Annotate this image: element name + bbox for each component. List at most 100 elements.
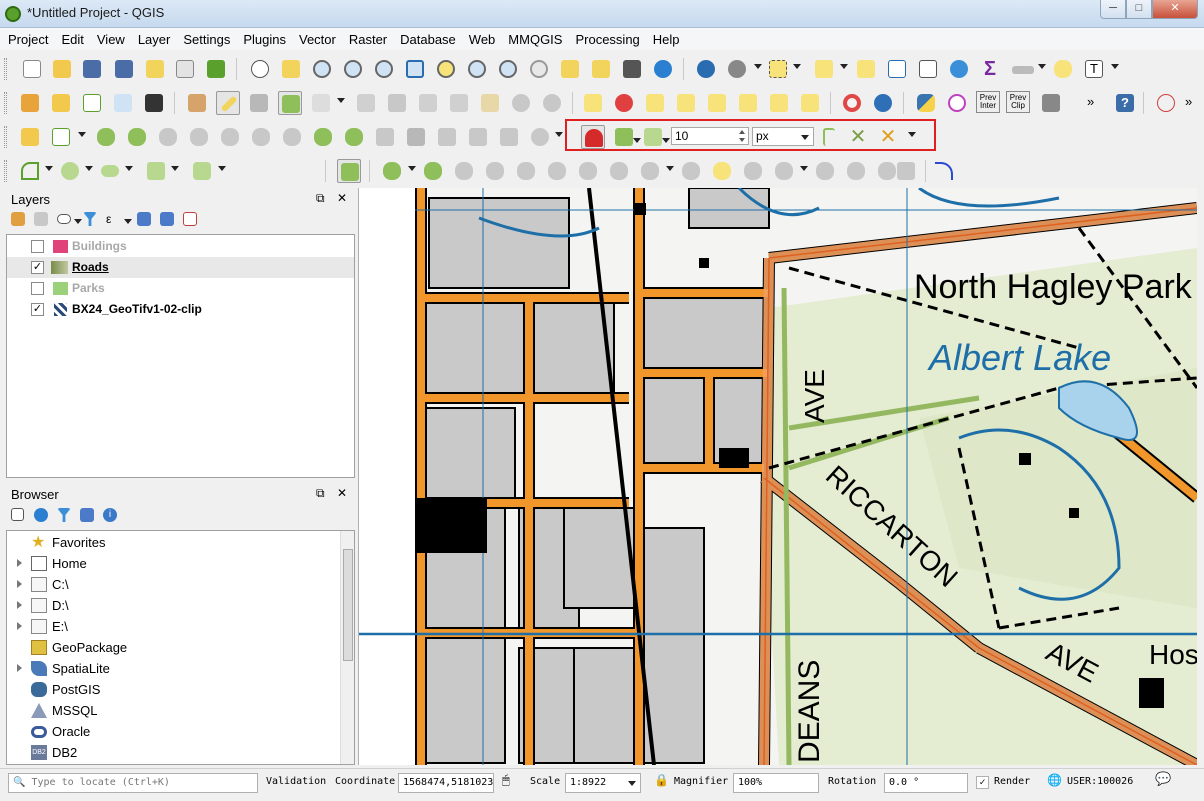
menu-edit[interactable]: Edit — [61, 32, 83, 47]
browser-item-c-drive[interactable]: C:\ — [7, 574, 340, 595]
coordinate-field[interactable]: 1568474,5181023 — [398, 773, 494, 793]
globe-icon[interactable]: 🌐 — [1047, 773, 1062, 787]
browser-item-e-drive[interactable]: E:\ — [7, 616, 340, 637]
close-button[interactable]: ✕ — [1152, 0, 1198, 19]
toolbar-overflow-icon-2[interactable]: » — [1185, 94, 1192, 109]
merge-selected-icon[interactable] — [466, 125, 490, 149]
menu-project[interactable]: Project — [8, 32, 48, 47]
prev-inter-button[interactable]: Prev Inter — [976, 91, 1000, 115]
zoom-native-icon[interactable] — [372, 57, 396, 81]
info-icon[interactable]: i — [100, 505, 124, 529]
sum-icon[interactable]: Σ — [978, 57, 1002, 81]
menu-help[interactable]: Help — [653, 32, 680, 47]
vertex-tool-icon[interactable] — [309, 91, 333, 115]
new-print-layout-icon[interactable] — [143, 57, 167, 81]
feature-move-icon[interactable] — [576, 159, 600, 183]
reshape-icon[interactable] — [311, 125, 335, 149]
refresh-icon[interactable] — [31, 505, 55, 529]
snapping-unit-select[interactable]: px — [752, 127, 814, 146]
curve-draw-icon[interactable] — [932, 159, 956, 183]
remove-layer-icon[interactable] — [180, 209, 204, 233]
feature-extend-icon[interactable] — [710, 159, 734, 183]
filter-legend-icon[interactable] — [80, 209, 104, 233]
float-panel-icon[interactable]: ⧉ — [316, 486, 325, 501]
delete-selected-icon[interactable] — [385, 91, 409, 115]
globe-binoculars-icon[interactable] — [871, 91, 895, 115]
feature-scale-icon[interactable] — [638, 159, 662, 183]
cut-features-icon[interactable] — [416, 91, 440, 115]
zoom-full-icon[interactable] — [403, 57, 427, 81]
identify-icon[interactable] — [694, 57, 718, 81]
move-feature-icon[interactable] — [94, 125, 118, 149]
feature-fill-icon[interactable] — [772, 159, 796, 183]
text-annotation-icon[interactable]: T — [1082, 57, 1106, 81]
plugin-action-icon[interactable] — [337, 159, 361, 183]
browser-item-oracle[interactable]: Oracle — [7, 721, 340, 742]
shape-polygon-icon[interactable] — [190, 159, 214, 183]
browser-item-geopackage[interactable]: GeoPackage — [7, 637, 340, 658]
move-label-icon[interactable] — [736, 91, 760, 115]
zoom-last-icon[interactable] — [496, 57, 520, 81]
toolbar-overflow-icon[interactable]: » — [1087, 94, 1094, 109]
pan-icon[interactable] — [248, 57, 272, 81]
split-polygon-icon[interactable] — [421, 159, 445, 183]
rotate-feature-icon[interactable] — [125, 125, 149, 149]
locator-search-input[interactable]: 🔍 Type to locate (Ctrl+K) — [8, 773, 258, 793]
tolerance-spinner[interactable] — [737, 128, 747, 144]
expand-arrow-icon[interactable] — [17, 622, 22, 630]
rotate-symbols-icon[interactable] — [528, 125, 552, 149]
undo-icon[interactable] — [509, 91, 533, 115]
new-bookmark-icon[interactable] — [589, 57, 613, 81]
feature-cut-icon[interactable] — [813, 159, 837, 183]
validation-label[interactable]: Validation — [266, 776, 326, 787]
offset-curve-icon[interactable] — [342, 125, 366, 149]
layer-visibility-checkbox[interactable]: ✓ — [31, 261, 44, 274]
crosshair-icon[interactable] — [1154, 91, 1178, 115]
expand-arrow-icon[interactable] — [17, 559, 22, 567]
new-project-icon[interactable] — [20, 57, 44, 81]
merge-attributes-icon[interactable] — [497, 125, 521, 149]
pan-to-selection-icon[interactable] — [279, 57, 303, 81]
shape-rectangle-icon[interactable] — [144, 159, 168, 183]
processing-toolbox-icon[interactable] — [947, 57, 971, 81]
shape-circle-icon[interactable] — [58, 159, 82, 183]
highlight-pinned-icon[interactable] — [674, 91, 698, 115]
minimize-button[interactable]: ─ — [1100, 0, 1126, 19]
menu-database[interactable]: Database — [400, 32, 456, 47]
browser-item-mssql[interactable]: MSSQL — [7, 700, 340, 721]
browser-scrollbar[interactable] — [340, 531, 354, 764]
collapse-all-icon[interactable] — [157, 209, 181, 233]
zoom-to-layer-icon[interactable] — [465, 57, 489, 81]
menu-processing[interactable]: Processing — [575, 32, 639, 47]
menu-web[interactable]: Web — [469, 32, 496, 47]
add-group-icon[interactable] — [31, 209, 55, 233]
filter-icon[interactable] — [54, 505, 78, 529]
feature-hatch-icon[interactable] — [894, 159, 918, 183]
change-label-icon[interactable] — [798, 91, 822, 115]
zoom-to-selection-icon[interactable] — [434, 57, 458, 81]
menu-mmqgis[interactable]: MMQGIS — [508, 32, 562, 47]
paste-features-icon[interactable] — [478, 91, 502, 115]
current-edits-icon[interactable] — [185, 91, 209, 115]
browser-item-db2[interactable]: DB2 DB2 — [7, 742, 340, 763]
browser-item-home[interactable]: Home — [7, 553, 340, 574]
browser-item-d-drive[interactable]: D:\ — [7, 595, 340, 616]
vertex-delete-icon[interactable] — [483, 159, 507, 183]
rotation-field[interactable]: 0.0 ° — [884, 773, 968, 793]
collapse-all-icon[interactable] — [77, 505, 101, 529]
expand-arrow-icon[interactable] — [17, 580, 22, 588]
avoid-overlap-icon[interactable]: ✕ — [876, 125, 900, 149]
menu-plugins[interactable]: Plugins — [243, 32, 286, 47]
feature-rotate-icon[interactable] — [607, 159, 631, 183]
zoom-out-icon[interactable] — [341, 57, 365, 81]
add-ring-icon[interactable] — [49, 125, 73, 149]
menu-view[interactable]: View — [97, 32, 125, 47]
render-checkbox[interactable]: ✓ — [976, 776, 989, 789]
pin-labels-icon[interactable] — [643, 91, 667, 115]
layer-row-raster[interactable]: ✓ BX24_GeoTifv1-02-clip — [7, 299, 354, 320]
advanced-digitizing-icon[interactable] — [18, 125, 42, 149]
menu-raster[interactable]: Raster — [349, 32, 387, 47]
feature-trim-icon[interactable] — [679, 159, 703, 183]
layer-row-roads[interactable]: ✓ Roads — [7, 257, 354, 278]
open-styling-icon[interactable] — [8, 209, 32, 233]
